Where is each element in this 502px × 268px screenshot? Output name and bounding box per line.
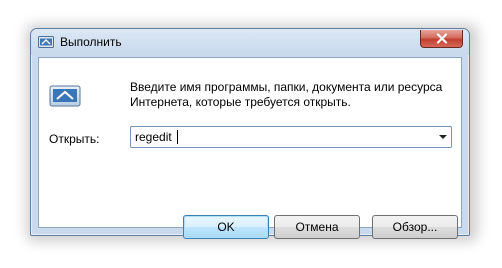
close-button[interactable] (420, 30, 463, 48)
open-combobox[interactable]: regedit (130, 126, 452, 148)
chevron-down-icon[interactable] (439, 135, 447, 139)
text-caret (177, 130, 178, 144)
window-title: Выполнить (60, 35, 122, 49)
run-app-icon (49, 85, 81, 107)
ok-button[interactable]: OK (183, 215, 269, 239)
description-line-2: Интернета, которые требуется открыть. (130, 95, 351, 109)
browse-button[interactable]: Обзор... (372, 215, 458, 239)
description-line-1: Введите имя программы, папки, документа … (130, 80, 443, 94)
dialog-body: Введите имя программы, папки, документа … (38, 57, 462, 239)
run-app-icon (38, 36, 54, 48)
close-icon (436, 33, 448, 44)
run-dialog: Выполнить Введите имя программы, папки, … (30, 28, 470, 239)
open-input[interactable]: regedit (135, 130, 172, 144)
cancel-button[interactable]: Отмена (274, 215, 360, 239)
title-bar[interactable]: Выполнить (31, 29, 469, 55)
open-label: Открыть: (49, 132, 100, 146)
dialog-description: Введите имя программы, папки, документа … (130, 80, 450, 110)
